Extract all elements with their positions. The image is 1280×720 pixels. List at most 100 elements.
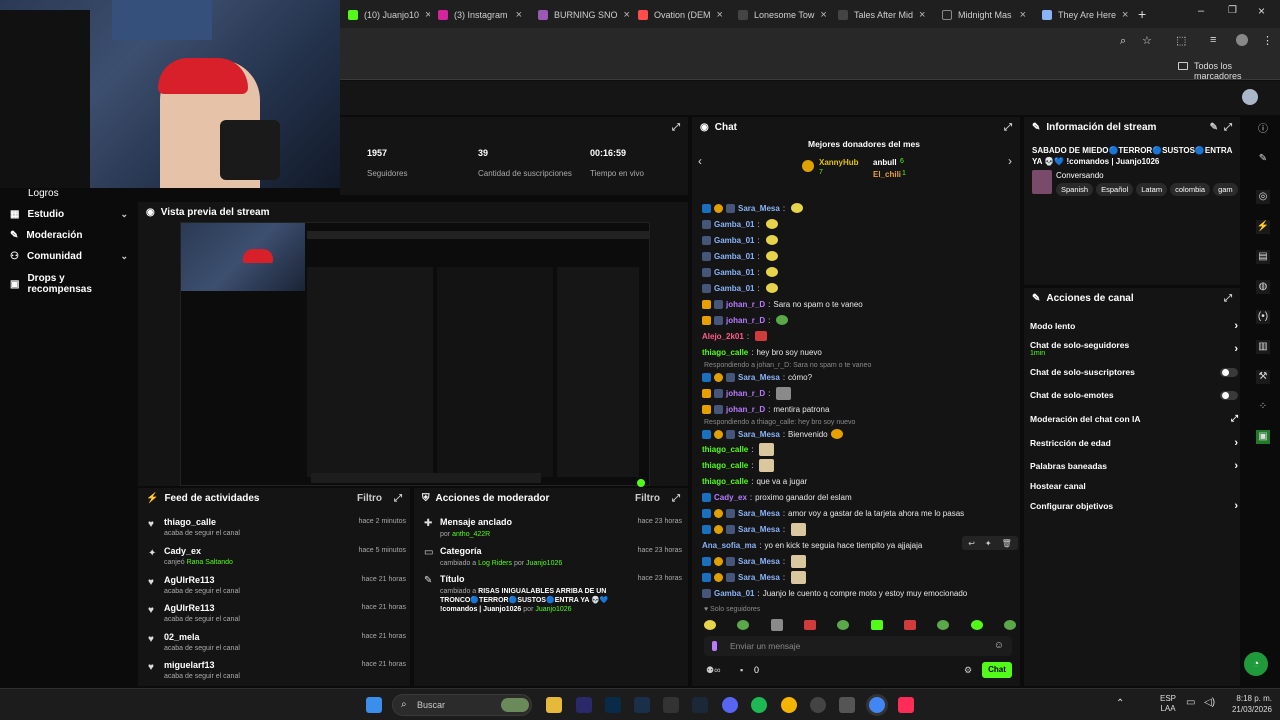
chat-message[interactable]: Sara_Mesa: amor voy a gastar de la tarjet… — [702, 506, 1014, 520]
chat-message[interactable]: Gamba_01: — [702, 233, 1014, 247]
close-icon[interactable]: × — [1020, 9, 1026, 21]
sidebar-item-drops[interactable]: ▣ Drops y recompensas — [10, 273, 128, 295]
chat-message[interactable]: Sara_Mesa: — [702, 201, 1014, 215]
emote-icon[interactable] — [870, 620, 883, 630]
chat-username[interactable]: johan_r_D — [726, 405, 765, 414]
lightroom-icon[interactable] — [634, 697, 650, 713]
clock[interactable]: 8:18 p. m. 21/03/2026 — [1228, 693, 1272, 715]
close-icon[interactable]: × — [516, 9, 522, 21]
tag[interactable]: colombia — [1170, 183, 1211, 196]
network-icon[interactable]: ▭ — [1186, 697, 1195, 708]
chat-username[interactable]: Sara_Mesa — [738, 573, 780, 582]
chat-message[interactable]: Cady_ex: proximo ganador del eslam — [702, 490, 1014, 504]
channel-action-followers-only[interactable]: Chat de solo-seguidores 1min › — [1030, 340, 1238, 357]
chat-username[interactable]: johan_r_D — [726, 300, 765, 309]
chat-message[interactable]: Sara_Mesa: Bienvenido — [702, 427, 1014, 441]
zoom-icon[interactable]: ⌕ — [1120, 35, 1126, 48]
chat-message[interactable]: Sara_Mesa: — [702, 570, 1014, 584]
emote-icon[interactable] — [937, 620, 950, 630]
chat-message[interactable]: Gamba_01: — [702, 249, 1014, 263]
broadcast-icon[interactable]: (•) — [1256, 310, 1270, 324]
emotes-only-toggle[interactable] — [1220, 390, 1238, 400]
extensions-icon[interactable]: ⬚ — [1176, 34, 1186, 47]
emote-icon[interactable] — [1003, 620, 1016, 630]
close-window-icon[interactable]: × — [1258, 4, 1265, 18]
wrench-icon[interactable]: ⚒ — [1256, 370, 1270, 384]
pin-icon[interactable]: ✦ — [985, 539, 992, 548]
browser-tab[interactable]: They Are Here × — [1034, 4, 1134, 26]
media-icon[interactable]: ≡ — [1210, 34, 1216, 46]
volume-icon[interactable]: ◁) — [1204, 697, 1215, 708]
chat-username[interactable]: thiago_calle — [702, 477, 748, 486]
chat-username[interactable]: Sara_Mesa — [738, 525, 780, 534]
chrome-active-icon[interactable] — [869, 697, 885, 713]
tag[interactable]: Latam — [1136, 183, 1168, 196]
chat-username[interactable]: Gamba_01 — [714, 236, 754, 245]
browser-tab[interactable]: (10) Juanjo10 × — [340, 4, 430, 26]
chat-username[interactable]: Gamba_01 — [714, 284, 754, 293]
donor-name[interactable]: anbull — [873, 158, 897, 167]
support-chat-button[interactable]: ◔ — [1244, 652, 1268, 676]
chat-username[interactable]: Ana_sofia_ma — [702, 541, 756, 550]
chat-username[interactable]: Sara_Mesa — [738, 204, 780, 213]
browser-tab[interactable]: Midnight Mas × — [934, 4, 1034, 26]
chat-message[interactable]: johan_r_D: mentira patrona — [702, 402, 1014, 416]
subs-only-toggle[interactable] — [1220, 367, 1238, 377]
profile-avatar[interactable] — [1236, 34, 1248, 46]
chat-username[interactable]: Gamba_01 — [714, 589, 754, 598]
tag[interactable]: Spanish — [1056, 183, 1094, 196]
dots-icon[interactable]: ⁘ — [1256, 400, 1270, 414]
windows-start-icon[interactable] — [366, 697, 382, 713]
browser-tab[interactable]: Lonesome Tow × — [730, 4, 830, 26]
chat-username[interactable]: Sara_Mesa — [738, 373, 780, 382]
minimize-icon[interactable]: – — [1198, 5, 1204, 17]
close-icon[interactable]: × — [1122, 9, 1128, 21]
list-icon[interactable]: ▥ — [1256, 340, 1270, 354]
chat-username[interactable]: johan_r_D — [726, 316, 765, 325]
lightning-icon[interactable]: ⚡ — [1256, 220, 1270, 234]
chat-username[interactable]: Sara_Mesa — [738, 430, 780, 439]
close-icon[interactable]: × — [624, 9, 630, 21]
tag[interactable]: Español — [1096, 183, 1134, 196]
chevron-right-icon[interactable]: › — [1008, 154, 1012, 168]
chat-input[interactable]: Enviar un mensaje ☺ — [704, 636, 1012, 656]
chat-username[interactable]: Gamba_01 — [714, 268, 754, 277]
emote-icon[interactable] — [803, 620, 816, 630]
chat-username[interactable]: Alejo_2k01 — [702, 332, 744, 341]
quick-actions-icon[interactable]: ⚉∞ — [706, 665, 720, 676]
chat-message[interactable]: Gamba_01: — [702, 217, 1014, 231]
chat-message[interactable]: johan_r_D: — [702, 386, 1014, 400]
emote-icon[interactable] — [737, 620, 750, 630]
donor-name[interactable]: XannyHub — [819, 158, 859, 167]
spotify-icon[interactable] — [751, 697, 767, 713]
chat-message[interactable]: Sara_Mesa: — [702, 522, 1014, 536]
expand-icon[interactable]: ⤢ — [672, 493, 680, 504]
obs-icon[interactable] — [810, 697, 826, 713]
tag[interactable]: gam — [1213, 183, 1238, 196]
chat-message[interactable]: thiago_calle: — [702, 442, 1014, 456]
chat-username[interactable]: thiago_calle — [702, 348, 748, 357]
user-avatar[interactable] — [1242, 89, 1258, 105]
channel-action-goals[interactable]: Configurar objetivos › — [1030, 500, 1238, 512]
expand-icon[interactable]: ⤢ — [1224, 122, 1232, 133]
chat-username[interactable]: thiago_calle — [702, 461, 748, 470]
emote-icon[interactable] — [837, 620, 850, 630]
chevron-up-icon[interactable]: ⌃ — [1116, 698, 1124, 709]
channel-action-banned-words[interactable]: Palabras baneadas › — [1030, 460, 1238, 472]
close-icon[interactable]: × — [717, 9, 723, 21]
chat-username[interactable]: Gamba_01 — [714, 252, 754, 261]
channel-action-slow-mode[interactable]: Modo lento › — [1030, 320, 1238, 332]
document-icon[interactable]: ▤ — [1256, 250, 1270, 264]
chat-username[interactable]: Sara_Mesa — [738, 509, 780, 518]
preview-video[interactable] — [180, 222, 650, 487]
filter-button[interactable]: Filtro — [357, 493, 382, 504]
emoji-icon[interactable]: ☺ — [994, 640, 1004, 651]
chat-message[interactable]: thiago_calle: — [702, 458, 1014, 472]
emote-icon[interactable] — [970, 620, 983, 630]
photoshop-icon[interactable] — [605, 697, 621, 713]
close-icon[interactable]: × — [820, 9, 826, 21]
app-icon[interactable]: ▣ — [1256, 430, 1270, 444]
taskbar-search[interactable]: ⌕ Buscar — [392, 694, 532, 716]
trash-icon[interactable]: 🗑 — [1002, 539, 1012, 548]
chat-message[interactable]: Sara_Mesa: — [702, 554, 1014, 568]
